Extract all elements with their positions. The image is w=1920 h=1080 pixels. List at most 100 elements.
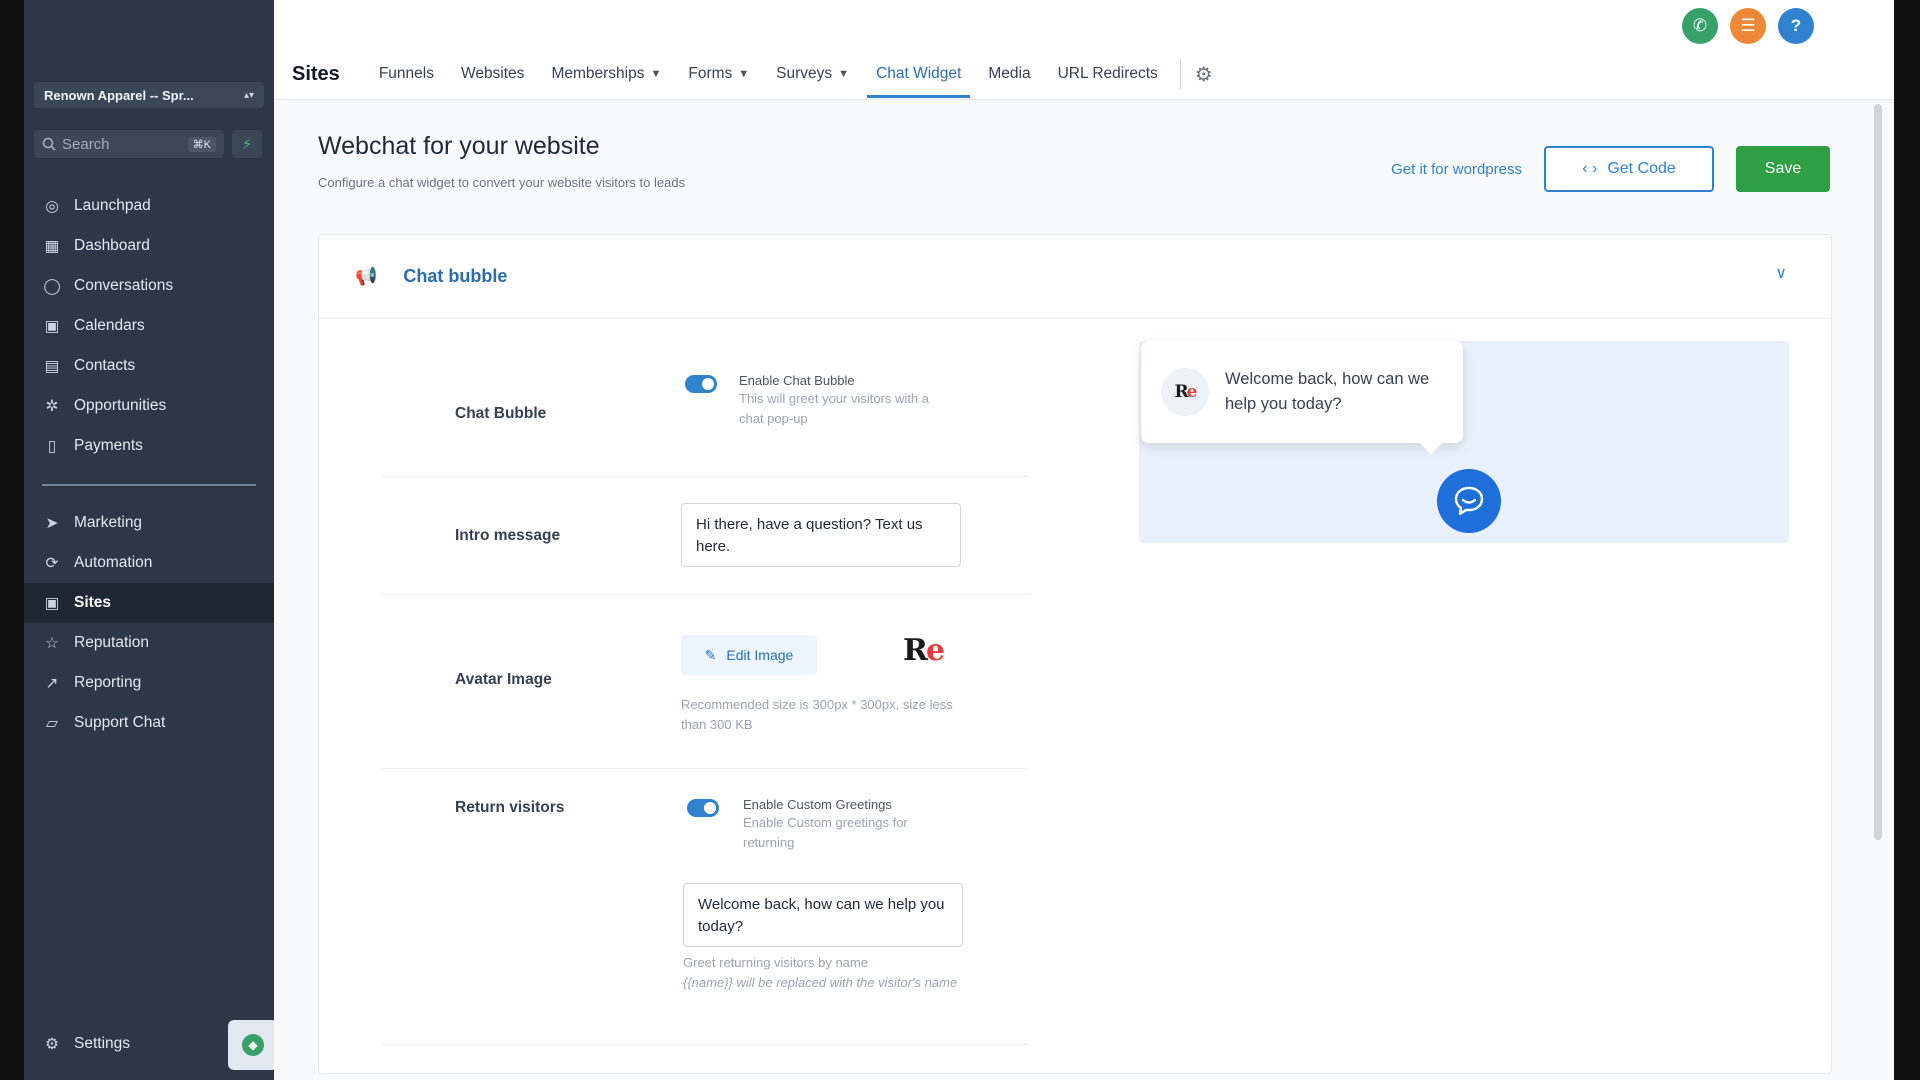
chevron-down-icon: ▼ — [838, 68, 850, 80]
tab-memberships[interactable]: Memberships ▼ — [542, 52, 670, 96]
tab-url-redirects[interactable]: URL Redirects — [1049, 52, 1167, 96]
sidebar-item-opportunities[interactable]: ✲ Opportunities — [24, 386, 274, 426]
avatar-size-hint: Recommended size is 300px * 300px, size … — [681, 697, 953, 732]
search-input[interactable]: Search ⌘K — [34, 130, 224, 158]
intro-message-row: Intro message Hi there, have a question?… — [381, 477, 1029, 595]
sites-settings-gear-icon[interactable]: ⚙ — [1195, 62, 1213, 87]
chat-icon: ◯ — [43, 277, 61, 295]
tab-label: Websites — [460, 65, 525, 82]
chat-bubble-label: Chat Bubble — [455, 405, 547, 422]
phone-button[interactable]: ✆ — [1682, 8, 1718, 44]
edit-image-button[interactable]: ✎ Edit Image — [681, 635, 817, 675]
code-brackets-icon: ‹ › — [1582, 160, 1598, 177]
sidebar-item-launchpad[interactable]: ◎ Launchpad — [24, 186, 274, 226]
tab-label: Funnels — [378, 65, 434, 82]
trend-icon: ↗ — [45, 674, 59, 692]
preview-avatar: Re — [1161, 368, 1209, 416]
chat-bubble-toggle[interactable] — [685, 375, 717, 393]
preview-message: Welcome back, how can we help you today? — [1225, 370, 1430, 413]
brand-badge-icon: ◆ — [242, 1034, 264, 1056]
custom-greetings-toggle[interactable] — [687, 799, 719, 817]
gear-icon: ⚙ — [45, 1035, 59, 1053]
card-title: Chat bubble — [403, 266, 508, 286]
sidebar-item-label: Reputation — [74, 634, 149, 651]
calendar-icon: ▣ — [44, 317, 60, 335]
help-button[interactable]: ? — [1778, 8, 1814, 44]
intro-message-input[interactable]: Hi there, have a question? Text us here. — [681, 503, 961, 567]
tab-chat-widget[interactable]: Chat Widget — [867, 52, 971, 98]
chevron-down-icon[interactable]: ∨ — [1775, 263, 1787, 283]
sidebar-item-calendars[interactable]: ▣ Calendars — [24, 306, 274, 346]
custom-greetings-option-title: Enable Custom Greetings — [743, 797, 892, 812]
sidebar-item-payments[interactable]: ▯ Payments — [24, 426, 274, 466]
get-code-button[interactable]: ‹ › Get Code — [1544, 146, 1714, 192]
chat-widget-form: Chat Bubble Enable Chat Bubble This will… — [381, 319, 1029, 1045]
card-header[interactable]: 📢 Chat bubble ∨ — [319, 235, 1831, 319]
hint-line: Greet returning visitors by name — [683, 955, 868, 970]
tab-websites[interactable]: Websites — [452, 52, 533, 96]
account-switcher[interactable]: Renown Apparel -- Spr... ▴▾ — [34, 82, 264, 108]
sidebar-item-reputation[interactable]: ☆ Reputation — [24, 623, 274, 663]
list-icon: ☰ — [1740, 16, 1756, 35]
top-bar: ✆ ☰ ? Sites Funnels Websites Memberships… — [274, 0, 1894, 100]
widget-preview: Re Welcome back, how can we help you tod… — [1139, 341, 1789, 543]
hint-rest: will be replaced with the visitor's name — [732, 975, 958, 990]
sidebar-item-label: Conversations — [74, 277, 174, 294]
search-placeholder: Search — [62, 135, 110, 153]
save-button[interactable]: Save — [1736, 146, 1830, 192]
sidebar-item-automation[interactable]: ⟳ Automation — [24, 543, 274, 583]
hint-token: {{name}} — [683, 975, 733, 990]
tab-funnels[interactable]: Funnels — [370, 52, 443, 96]
sidebar-item-marketing[interactable]: ➤ Marketing — [24, 503, 274, 543]
dashboard-icon: ▦ — [44, 237, 60, 255]
edit-icon: ✎ — [704, 646, 717, 663]
page-scrollbar[interactable] — [1874, 104, 1882, 840]
preview-chat-bubble: Re Welcome back, how can we help you tod… — [1141, 341, 1463, 443]
launchpad-icon: ◎ — [45, 197, 59, 215]
sidebar-item-reporting[interactable]: ↗ Reporting — [24, 663, 274, 703]
quick-action-button[interactable]: ⚡ — [232, 130, 262, 158]
save-label: Save — [1764, 160, 1802, 177]
menu-button[interactable]: ☰ — [1730, 8, 1766, 44]
sidebar-item-label: Payments — [74, 437, 143, 454]
page-title: Webchat for your website — [318, 132, 600, 160]
tab-label: Memberships — [551, 65, 645, 82]
avatar-image-row: Avatar Image ✎ Edit Image Re Recommended… — [381, 595, 1029, 769]
sites-tabs: Sites Funnels Websites Memberships ▼ Form… — [292, 52, 1213, 98]
receipt-icon: ▯ — [47, 437, 57, 455]
tab-forms[interactable]: Forms ▼ — [679, 52, 758, 96]
sidebar-item-sites[interactable]: ▣ Sites — [24, 583, 274, 623]
contacts-icon: ▤ — [44, 357, 60, 375]
chevron-updown-icon: ▴▾ — [243, 89, 254, 101]
search-shortcut: ⌘K — [187, 136, 216, 152]
page-actions: Get it for wordpress ‹ › Get Code Save — [1391, 146, 1830, 192]
sidebar-item-support-chat[interactable]: ▱ Support Chat — [24, 703, 274, 743]
custom-greetings-option-desc: Enable Custom greetings for returning — [743, 815, 908, 850]
chat-bubble-option-title: Enable Chat Bubble — [739, 373, 855, 388]
sidebar-item-label: Calendars — [74, 317, 145, 334]
phone-icon: ✆ — [1692, 16, 1708, 35]
tab-media[interactable]: Media — [979, 52, 1039, 96]
wordpress-link[interactable]: Get it for wordpress — [1391, 161, 1522, 178]
sidebar-nav-secondary: ➤ Marketing ⟳ Automation ▣ Sites ☆ Reput… — [24, 503, 274, 743]
tab-label: Media — [988, 65, 1031, 82]
return-greeting-input[interactable]: Welcome back, how can we help you today? — [683, 883, 963, 947]
main-content: ✆ ☰ ? Sites Funnels Websites Memberships… — [274, 0, 1894, 1080]
return-greeting-hint: Greet returning visitors by name {{name}… — [683, 953, 973, 993]
tab-label: Forms — [688, 65, 733, 82]
automation-icon: ⟳ — [45, 554, 59, 572]
sidebar-collapse-button[interactable]: ◆ — [228, 1020, 278, 1070]
tab-surveys[interactable]: Surveys ▼ — [767, 52, 858, 96]
preview-chat-launcher[interactable] — [1437, 469, 1501, 533]
sidebar-item-contacts[interactable]: ▤ Contacts — [24, 346, 274, 386]
avatar-logo-image: Re — [1174, 382, 1198, 402]
account-name: Renown Apparel -- Spr... — [44, 87, 194, 103]
sidebar-item-label: Reporting — [74, 674, 142, 691]
sidebar-item-dashboard[interactable]: ▦ Dashboard — [24, 226, 274, 266]
sidebar-item-conversations[interactable]: ◯ Conversations — [24, 266, 274, 306]
megaphone-icon: 📢 — [355, 266, 378, 286]
sidebar-divider — [42, 484, 256, 486]
sidebar: Renown Apparel -- Spr... ▴▾ Search ⌘K ⚡ … — [24, 0, 274, 1080]
sidebar-item-label: Dashboard — [74, 237, 150, 254]
sidebar-item-label: Marketing — [74, 514, 143, 531]
